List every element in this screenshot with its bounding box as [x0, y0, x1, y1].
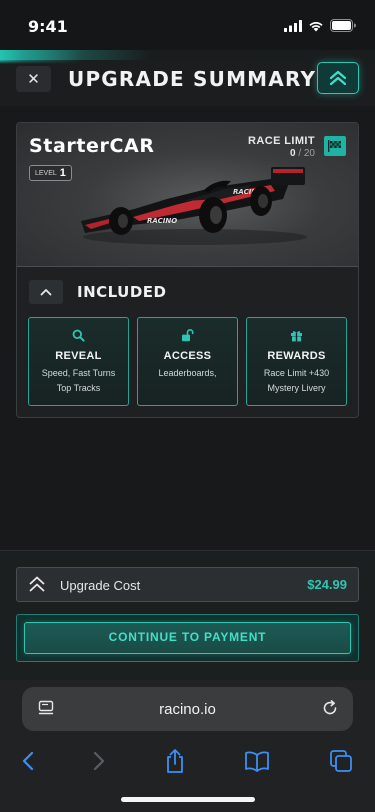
feature-description-line: Top Tracks	[56, 383, 101, 393]
cellular-signal-icon	[284, 19, 302, 32]
feature-title: ACCESS	[163, 350, 212, 362]
back-chevron-icon	[22, 751, 34, 771]
tabs-icon	[330, 750, 352, 772]
feature-card-rewards: REWARDS Race Limit +430 Mystery Livery	[246, 317, 347, 406]
status-icons	[284, 19, 357, 32]
tabs-button[interactable]	[328, 748, 354, 774]
feature-title: REWARDS	[267, 350, 326, 362]
double-chevron-up-icon	[329, 70, 347, 86]
feature-card-access: ACCESS Leaderboards,	[137, 317, 238, 406]
forward-chevron-icon	[93, 751, 105, 771]
race-limit-current: 0	[289, 148, 296, 159]
race-car-image: RACINO RACINO	[81, 167, 307, 245]
page-title: UPGRADE SUMMARY	[68, 67, 317, 91]
level-badge: LEVEL 1	[29, 165, 72, 181]
continue-to-payment-button[interactable]: CONTINUE TO PAYMENT	[24, 622, 351, 654]
feature-description: Speed, Fast Turns Top Tracks	[29, 366, 128, 396]
battery-icon	[330, 19, 356, 32]
share-icon	[167, 749, 183, 773]
level-label: LEVEL	[35, 169, 57, 177]
upgrade-cost-value: $24.99	[307, 577, 347, 592]
upgrade-cost-label: Upgrade Cost	[60, 578, 141, 593]
race-limit-value: 0 / 20	[290, 148, 315, 159]
included-section-header: INCLUDED	[29, 279, 167, 305]
included-label: INCLUDED	[77, 283, 167, 301]
feature-description-line: Speed, Fast Turns	[41, 368, 116, 378]
status-time: 9:41	[28, 17, 68, 36]
back-button[interactable]	[15, 748, 41, 774]
car-card: StarterCAR LEVEL 1 RACE LIMIT 0 / 20 RAC…	[16, 122, 359, 418]
collapse-included-button[interactable]	[29, 280, 63, 304]
address-bar[interactable]: racino.io	[22, 687, 353, 731]
car-name: StarterCAR	[29, 135, 155, 157]
gift-icon	[291, 331, 302, 342]
upgrade-rank-button[interactable]	[317, 62, 359, 94]
chevron-up-icon	[40, 289, 52, 296]
race-limit-label: RACE LIMIT	[248, 135, 315, 147]
feature-card-reveal: REVEAL Speed, Fast Turns Top Tracks	[28, 317, 129, 406]
share-button[interactable]	[162, 748, 188, 774]
url-text: racino.io	[159, 701, 216, 718]
bookmarks-button[interactable]	[244, 748, 270, 774]
race-limit-max: / 20	[298, 148, 315, 159]
book-icon	[245, 751, 269, 772]
wifi-icon	[309, 21, 323, 31]
header: ✕ UPGRADE SUMMARY	[0, 50, 375, 106]
feature-title: REVEAL	[55, 350, 102, 362]
level-number: 1	[59, 167, 66, 179]
feature-description: Leaderboards,	[138, 366, 237, 381]
feature-description-line: Race Limit +430	[263, 368, 330, 378]
feature-description-line: Mystery Livery	[267, 383, 326, 393]
feature-description: Race Limit +430 Mystery Livery	[247, 366, 346, 396]
home-indicator	[121, 797, 255, 802]
reload-icon[interactable]	[321, 699, 339, 717]
search-icon	[72, 329, 85, 342]
car-wing-text: RACINO	[147, 217, 177, 225]
forward-button[interactable]	[86, 748, 112, 774]
double-chevron-up-icon	[29, 576, 45, 592]
upgrade-cost-bar: Upgrade Cost $24.99	[16, 567, 359, 602]
status-bar: 9:41	[0, 0, 375, 50]
close-button[interactable]: ✕	[16, 66, 51, 92]
checkered-flag-icon	[324, 136, 346, 156]
feature-description-line: Leaderboards,	[158, 368, 217, 378]
car-hero: StarterCAR LEVEL 1 RACE LIMIT 0 / 20 RAC…	[17, 123, 358, 267]
unlock-icon	[182, 329, 194, 342]
